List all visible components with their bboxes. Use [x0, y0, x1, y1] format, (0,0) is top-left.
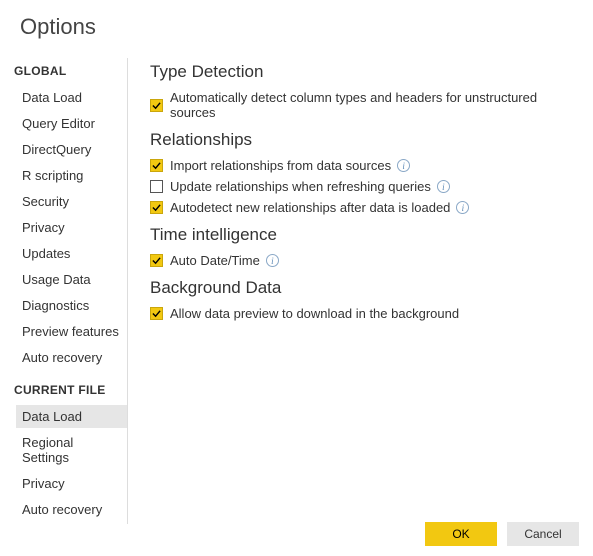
- content-area: GLOBAL Data Load Query Editor DirectQuery R…: [0, 40, 593, 524]
- option-autodetect-types[interactable]: Automatically detect column types and he…: [150, 90, 577, 120]
- cancel-button[interactable]: Cancel: [507, 522, 579, 546]
- sidebar-section-global: GLOBAL: [14, 64, 127, 78]
- option-label: Autodetect new relationships after data …: [170, 200, 450, 215]
- group-heading-time-intelligence: Time intelligence: [150, 225, 577, 245]
- option-import-relationships[interactable]: Import relationships from data sources i: [150, 158, 577, 173]
- ok-button[interactable]: OK: [425, 522, 497, 546]
- checkbox-auto-date-time[interactable]: [150, 254, 163, 267]
- checkbox-autodetect-relationships[interactable]: [150, 201, 163, 214]
- sidebar-item-global-0[interactable]: Data Load: [16, 86, 127, 109]
- sidebar: GLOBAL Data Load Query Editor DirectQuery R…: [0, 58, 128, 524]
- sidebar-item-global-10[interactable]: Auto recovery: [16, 346, 127, 369]
- sidebar-item-global-4[interactable]: Security: [16, 190, 127, 213]
- option-auto-date-time[interactable]: Auto Date/Time i: [150, 253, 577, 268]
- group-heading-relationships: Relationships: [150, 130, 577, 150]
- info-icon[interactable]: i: [437, 180, 450, 193]
- option-label: Auto Date/Time: [170, 253, 260, 268]
- checkbox-autodetect-types[interactable]: [150, 99, 163, 112]
- sidebar-item-currentfile-1[interactable]: Regional Settings: [16, 431, 127, 469]
- sidebar-item-global-6[interactable]: Updates: [16, 242, 127, 265]
- sidebar-item-global-2[interactable]: DirectQuery: [16, 138, 127, 161]
- sidebar-item-currentfile-0[interactable]: Data Load: [16, 405, 127, 428]
- sidebar-item-global-9[interactable]: Preview features: [16, 320, 127, 343]
- sidebar-item-currentfile-3[interactable]: Auto recovery: [16, 498, 127, 521]
- group-heading-type-detection: Type Detection: [150, 62, 577, 82]
- sidebar-item-global-5[interactable]: Privacy: [16, 216, 127, 239]
- option-update-relationships[interactable]: Update relationships when refreshing que…: [150, 179, 577, 194]
- sidebar-item-global-8[interactable]: Diagnostics: [16, 294, 127, 317]
- dialog-footer: OK Cancel: [425, 522, 579, 546]
- option-label: Update relationships when refreshing que…: [170, 179, 431, 194]
- info-icon[interactable]: i: [266, 254, 279, 267]
- main-panel: Type Detection Automatically detect colu…: [128, 58, 593, 524]
- checkbox-import-relationships[interactable]: [150, 159, 163, 172]
- option-label: Allow data preview to download in the ba…: [170, 306, 459, 321]
- sidebar-item-global-1[interactable]: Query Editor: [16, 112, 127, 135]
- sidebar-item-global-3[interactable]: R scripting: [16, 164, 127, 187]
- checkbox-background-download[interactable]: [150, 307, 163, 320]
- sidebar-item-currentfile-2[interactable]: Privacy: [16, 472, 127, 495]
- checkbox-update-relationships[interactable]: [150, 180, 163, 193]
- info-icon[interactable]: i: [397, 159, 410, 172]
- info-icon[interactable]: i: [456, 201, 469, 214]
- sidebar-item-global-7[interactable]: Usage Data: [16, 268, 127, 291]
- option-autodetect-relationships[interactable]: Autodetect new relationships after data …: [150, 200, 577, 215]
- option-background-download[interactable]: Allow data preview to download in the ba…: [150, 306, 577, 321]
- sidebar-section-current-file: CURRENT FILE: [14, 383, 127, 397]
- dialog-title: Options: [0, 0, 593, 40]
- option-label: Import relationships from data sources: [170, 158, 391, 173]
- group-heading-background-data: Background Data: [150, 278, 577, 298]
- option-label: Automatically detect column types and he…: [170, 90, 577, 120]
